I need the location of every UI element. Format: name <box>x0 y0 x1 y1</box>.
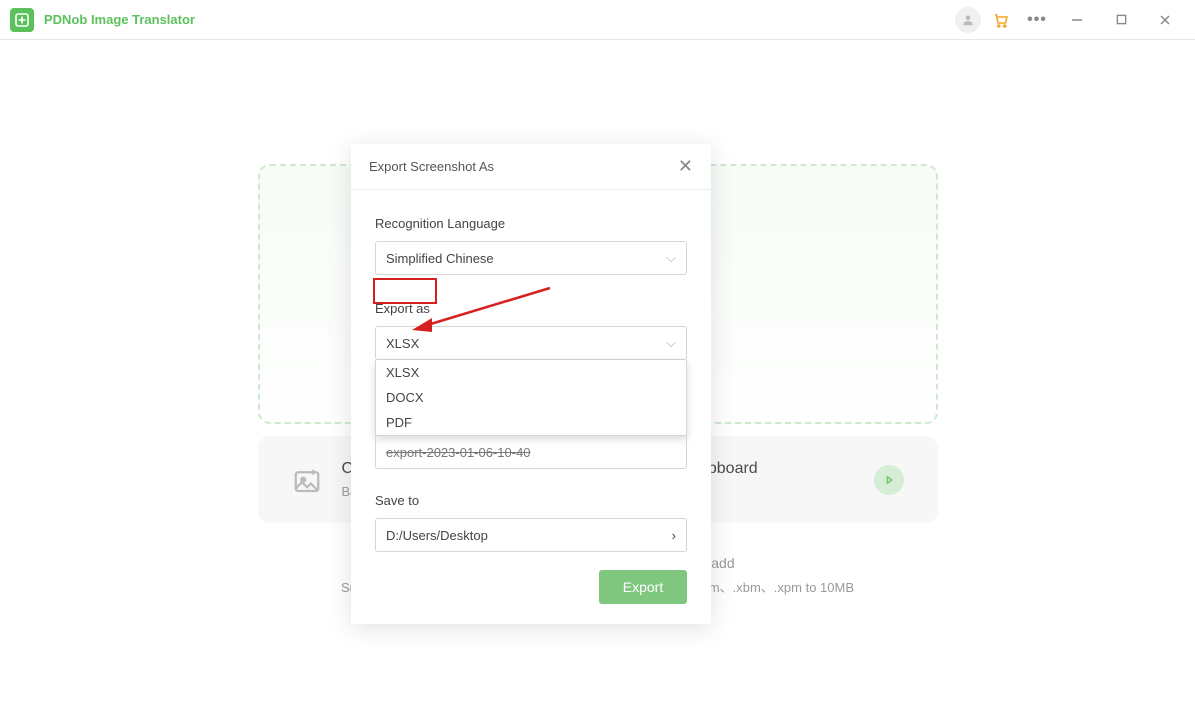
annotation-red-box <box>373 278 437 304</box>
close-button[interactable] <box>1145 4 1185 36</box>
modal-title: Export Screenshot As <box>369 159 494 174</box>
recognition-language-value: Simplified Chinese <box>386 251 494 266</box>
save-to-select[interactable]: D:/Users/Desktop › <box>375 518 687 552</box>
export-modal: Export Screenshot As ✕ Recognition Langu… <box>351 144 711 624</box>
cart-icon[interactable] <box>985 4 1017 36</box>
recognition-language-select[interactable]: Simplified Chinese ⌵ <box>375 241 687 275</box>
app-logo <box>10 8 34 32</box>
more-icon[interactable]: ••• <box>1021 4 1053 36</box>
filename-value: export-2023-01-06-10-40 <box>386 445 531 460</box>
export-button[interactable]: Export <box>599 570 687 604</box>
recognition-language-label: Recognition Language <box>375 216 687 231</box>
filename-field[interactable]: export-2023-01-06-10-40 <box>375 435 687 469</box>
user-icon[interactable] <box>955 7 981 33</box>
export-as-select[interactable]: XLSX ⌵ <box>375 326 687 360</box>
dropdown-option-xlsx[interactable]: XLSX <box>376 360 686 385</box>
export-as-dropdown: XLSX DOCX PDF <box>375 360 687 436</box>
minimize-button[interactable] <box>1057 4 1097 36</box>
titlebar: PDNob Image Translator ••• <box>0 0 1195 40</box>
dropdown-option-pdf[interactable]: PDF <box>376 410 686 435</box>
chevron-down-icon: ⌵ <box>666 250 676 266</box>
modal-close-button[interactable]: ✕ <box>678 156 693 177</box>
dropdown-option-docx[interactable]: DOCX <box>376 385 686 410</box>
maximize-button[interactable] <box>1101 4 1141 36</box>
chevron-right-icon: › <box>672 528 676 543</box>
chevron-down-icon: ⌵ <box>666 335 676 351</box>
save-to-label: Save to <box>375 493 687 508</box>
export-as-value: XLSX <box>386 336 419 351</box>
app-title: PDNob Image Translator <box>44 12 195 27</box>
image-plus-icon <box>292 466 322 496</box>
save-to-value: D:/Users/Desktop <box>386 528 488 543</box>
proceed-button[interactable] <box>874 465 904 495</box>
